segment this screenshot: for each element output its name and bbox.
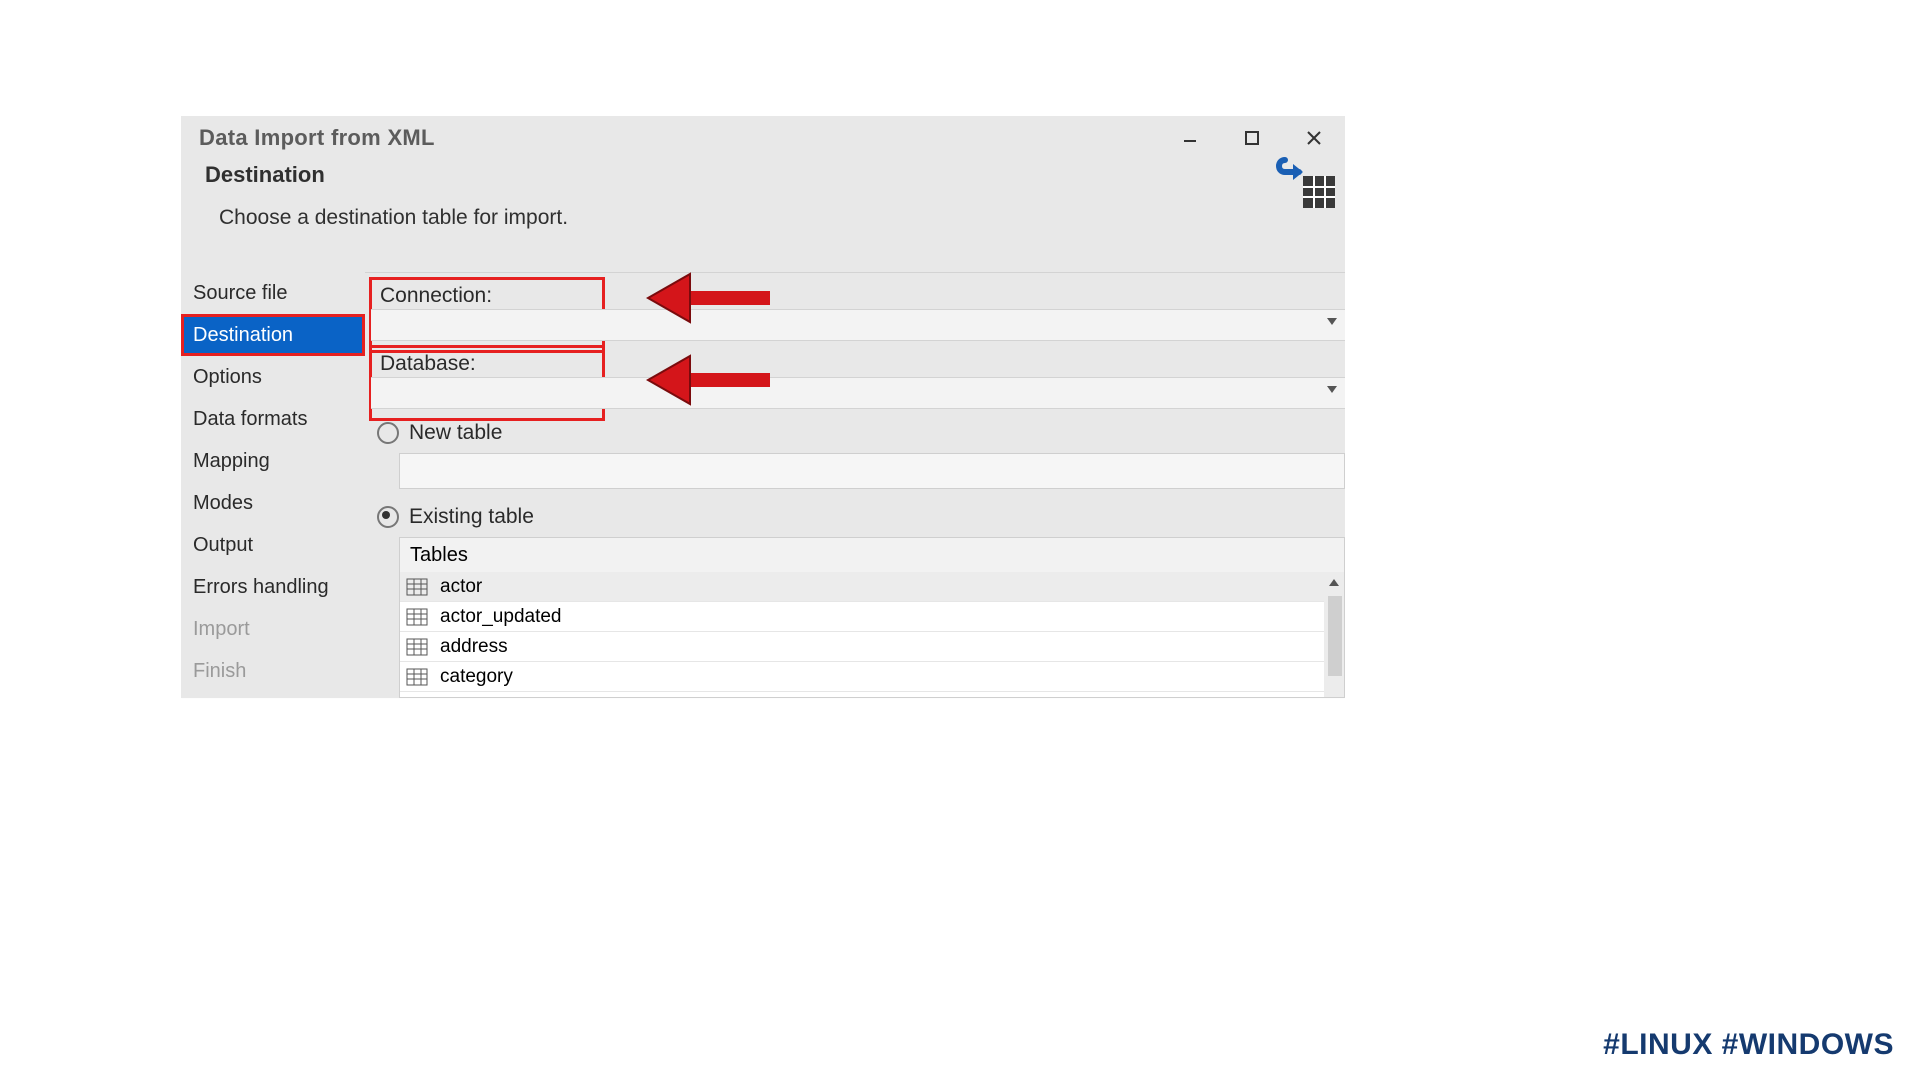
table-name: actor: [440, 576, 482, 598]
table-name: actor_updated: [440, 606, 562, 628]
table-row[interactable]: address: [400, 632, 1324, 662]
existing-table-option[interactable]: Existing table: [377, 505, 534, 529]
table-icon: [406, 578, 428, 596]
table-icon: [406, 668, 428, 686]
tables-panel: Tables actor actor_updated address: [399, 537, 1345, 698]
sidebar-item-mapping[interactable]: Mapping: [181, 440, 365, 482]
table-name: category: [440, 666, 513, 688]
scroll-thumb[interactable]: [1328, 596, 1342, 676]
tables-list[interactable]: actor actor_updated address categor: [400, 572, 1324, 697]
page-subtitle: Choose a destination table for import.: [205, 188, 1345, 230]
import-icon: [1273, 154, 1337, 215]
database-dropdown[interactable]: [371, 377, 1345, 409]
sidebar-item-modes[interactable]: Modes: [181, 482, 365, 524]
sidebar-item-import: Import: [181, 608, 365, 650]
new-table-option[interactable]: New table: [377, 421, 502, 445]
wizard-sidebar: Source file Destination Options Data for…: [181, 272, 365, 698]
window-title: Data Import from XML: [181, 125, 435, 151]
titlebar: Data Import from XML: [181, 116, 1345, 160]
sidebar-item-errors-handling[interactable]: Errors handling: [181, 566, 365, 608]
table-name: address: [440, 636, 508, 658]
main-panel: Connection: Database: New table Existing…: [365, 272, 1345, 698]
sidebar-item-finish: Finish: [181, 650, 365, 692]
table-row[interactable]: actor_updated: [400, 602, 1324, 632]
table-row[interactable]: category: [400, 662, 1324, 692]
dialog-header: Destination Choose a destination table f…: [181, 160, 1345, 236]
sidebar-item-output[interactable]: Output: [181, 524, 365, 566]
sidebar-item-data-formats[interactable]: Data formats: [181, 398, 365, 440]
reflection: category address actor_updated actor: [181, 698, 1345, 898]
page-title: Destination: [205, 162, 1345, 188]
existing-table-label: Existing table: [409, 505, 534, 529]
connection-dropdown[interactable]: [371, 309, 1345, 341]
sidebar-item-options[interactable]: Options: [181, 356, 365, 398]
new-table-label: New table: [409, 421, 502, 445]
tables-scrollbar[interactable]: [1324, 572, 1344, 697]
table-icon: [406, 638, 428, 656]
hashtags: #LINUX #WINDOWS: [1603, 1028, 1894, 1062]
tables-header: Tables: [400, 538, 1344, 574]
connection-label: Connection:: [380, 284, 594, 308]
radio-icon: [377, 422, 399, 444]
new-table-input[interactable]: [399, 453, 1345, 489]
chevron-down-icon: [1327, 386, 1337, 393]
sidebar-item-source-file[interactable]: Source file: [181, 272, 365, 314]
database-label: Database:: [380, 352, 594, 376]
table-icon: [406, 608, 428, 626]
minimize-button[interactable]: [1159, 116, 1221, 160]
radio-icon: [377, 506, 399, 528]
scroll-up-icon: [1324, 572, 1344, 592]
sidebar-item-destination[interactable]: Destination: [181, 314, 365, 356]
chevron-down-icon: [1327, 318, 1337, 325]
dialog-window: Data Import from XML Destination Choose …: [181, 116, 1345, 698]
table-row[interactable]: actor: [400, 572, 1324, 602]
